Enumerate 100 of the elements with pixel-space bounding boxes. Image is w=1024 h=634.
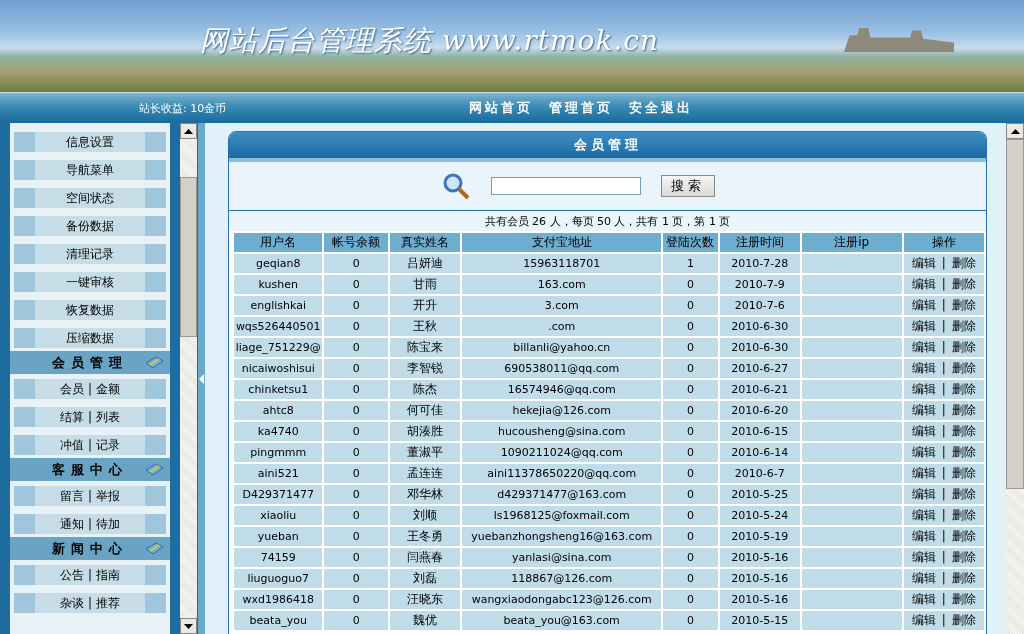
action-link[interactable]: 删除 bbox=[951, 613, 976, 627]
action-link[interactable]: 编辑 bbox=[911, 382, 936, 396]
table-cell: 2010-5-15 bbox=[719, 611, 800, 630]
action-link[interactable]: 编辑 bbox=[911, 592, 936, 606]
action-link[interactable]: 删除 bbox=[951, 466, 976, 480]
separator-text: | bbox=[941, 592, 946, 606]
action-link[interactable]: 删除 bbox=[951, 571, 976, 585]
nav-link[interactable]: 管理首页 bbox=[549, 99, 613, 117]
sidebar-item[interactable]: 导航菜单 bbox=[14, 160, 166, 180]
action-link[interactable]: 编辑 bbox=[911, 319, 936, 333]
sidebar-item[interactable]: 清理记录 bbox=[14, 244, 166, 264]
scroll-up-button[interactable] bbox=[1006, 123, 1024, 139]
table-cell: 0 bbox=[663, 338, 718, 357]
action-link[interactable]: 删除 bbox=[951, 487, 976, 501]
action-link[interactable]: 删除 bbox=[951, 508, 976, 522]
search-button[interactable]: 搜索 bbox=[660, 175, 715, 197]
column-header: 操作 bbox=[903, 233, 984, 252]
table-cell: 王冬勇 bbox=[389, 527, 461, 546]
scroll-up-button[interactable] bbox=[180, 123, 197, 139]
action-link[interactable]: 编辑 bbox=[911, 403, 936, 417]
table-cell: yanlasi@sina.com bbox=[462, 548, 662, 567]
action-link[interactable]: 删除 bbox=[951, 319, 976, 333]
table-cell: .com bbox=[462, 317, 662, 336]
action-link[interactable]: 编辑 bbox=[911, 340, 936, 354]
table-cell: aini11378650220@qq.com bbox=[462, 464, 662, 483]
table-cell: 刘磊 bbox=[389, 569, 461, 588]
action-link[interactable]: 删除 bbox=[951, 382, 976, 396]
table-cell: 2010-6-15 bbox=[719, 422, 800, 441]
table-cell: 2010-6-21 bbox=[719, 380, 800, 399]
table-cell: pingmmm bbox=[234, 443, 323, 462]
action-link[interactable]: 编辑 bbox=[911, 424, 936, 438]
action-link[interactable]: 删除 bbox=[951, 445, 976, 459]
sidebar-item[interactable]: 公告 | 指南 bbox=[14, 565, 166, 585]
table-cell: 2010-6-7 bbox=[719, 464, 800, 483]
action-link[interactable]: 编辑 bbox=[911, 508, 936, 522]
nav-link[interactable]: 网站首页 bbox=[469, 99, 533, 117]
action-link[interactable]: 删除 bbox=[951, 340, 976, 354]
sidebar-item[interactable]: 会员 | 金额 bbox=[14, 379, 166, 399]
table-cell: 0 bbox=[663, 380, 718, 399]
action-link[interactable]: 编辑 bbox=[911, 613, 936, 627]
action-link[interactable]: 删除 bbox=[951, 403, 976, 417]
nav-link[interactable]: 安全退出 bbox=[629, 99, 693, 117]
action-link[interactable]: 编辑 bbox=[911, 487, 936, 501]
table-cell: 2010-5-24 bbox=[719, 506, 800, 525]
action-link[interactable]: 编辑 bbox=[911, 361, 936, 375]
action-link[interactable]: 编辑 bbox=[911, 298, 936, 312]
table-cell: yueban bbox=[234, 527, 323, 546]
sidebar-item[interactable]: 杂谈 | 推荐 bbox=[14, 593, 166, 613]
scroll-thumb[interactable] bbox=[180, 177, 197, 337]
table-cell: nicaiwoshisui bbox=[234, 359, 323, 378]
table-cell: 0 bbox=[324, 527, 388, 546]
separator-text: | bbox=[941, 403, 946, 417]
action-link[interactable]: 删除 bbox=[951, 256, 976, 270]
action-link[interactable]: 编辑 bbox=[911, 466, 936, 480]
sidebar-item[interactable]: 通知 | 待加 bbox=[14, 514, 166, 534]
sidebar-item[interactable]: 留言 | 举报 bbox=[14, 486, 166, 506]
action-link[interactable]: 删除 bbox=[951, 361, 976, 375]
table-cell: 0 bbox=[324, 611, 388, 630]
column-header: 登陆次数 bbox=[663, 233, 718, 252]
table-cell: 3.com bbox=[462, 296, 662, 315]
action-link[interactable]: 删除 bbox=[951, 529, 976, 543]
action-link[interactable]: 编辑 bbox=[911, 256, 936, 270]
sidebar-item[interactable]: 结算 | 列表 bbox=[14, 407, 166, 427]
action-link[interactable]: 编辑 bbox=[911, 529, 936, 543]
action-link[interactable]: 删除 bbox=[951, 550, 976, 564]
action-link[interactable]: 删除 bbox=[951, 277, 976, 291]
section-header[interactable]: 客服中心 bbox=[10, 458, 170, 481]
action-link[interactable]: 编辑 bbox=[911, 571, 936, 585]
scrollbar[interactable] bbox=[1006, 123, 1024, 634]
column-header: 支付宝地址 bbox=[462, 233, 662, 252]
sidebar-item[interactable]: 恢复数据 bbox=[14, 300, 166, 320]
table-cell: 汪晓东 bbox=[389, 590, 461, 609]
scroll-thumb[interactable] bbox=[1006, 139, 1024, 489]
table-cell: 0 bbox=[324, 422, 388, 441]
table-cell: beata_you@163.com bbox=[462, 611, 662, 630]
sidebar-item[interactable]: 备份数据 bbox=[14, 216, 166, 236]
sidebar-item[interactable]: 空间状态 bbox=[14, 188, 166, 208]
sidebar-item[interactable]: 信息设置 bbox=[14, 132, 166, 152]
separator-text: | bbox=[941, 277, 946, 291]
separator-text: | bbox=[941, 613, 946, 627]
panel-title: 会员管理 bbox=[229, 132, 986, 162]
section-header[interactable]: 会员管理 bbox=[10, 351, 170, 374]
action-link[interactable]: 编辑 bbox=[911, 445, 936, 459]
sidebar-item[interactable]: 一键审核 bbox=[14, 272, 166, 292]
section-header[interactable]: 新闻中心 bbox=[10, 537, 170, 560]
action-link[interactable]: 删除 bbox=[951, 298, 976, 312]
action-link[interactable]: 编辑 bbox=[911, 550, 936, 564]
scroll-down-button[interactable] bbox=[180, 618, 197, 634]
table-cell: 2010-5-16 bbox=[719, 590, 800, 609]
table-cell: xiaoliu bbox=[234, 506, 323, 525]
search-field[interactable] bbox=[490, 177, 641, 195]
sidebar-item[interactable]: 冲值 | 记录 bbox=[14, 435, 166, 455]
scrollbar[interactable] bbox=[180, 123, 197, 634]
action-link[interactable]: 删除 bbox=[951, 592, 976, 606]
sidebar-item[interactable]: 压缩数据 bbox=[14, 328, 166, 348]
column-header: 帐号余额 bbox=[324, 233, 388, 252]
table-cell: beata_you bbox=[234, 611, 323, 630]
action-link[interactable]: 删除 bbox=[951, 424, 976, 438]
action-link[interactable]: 编辑 bbox=[911, 277, 936, 291]
table-cell: hucousheng@sina.com bbox=[462, 422, 662, 441]
